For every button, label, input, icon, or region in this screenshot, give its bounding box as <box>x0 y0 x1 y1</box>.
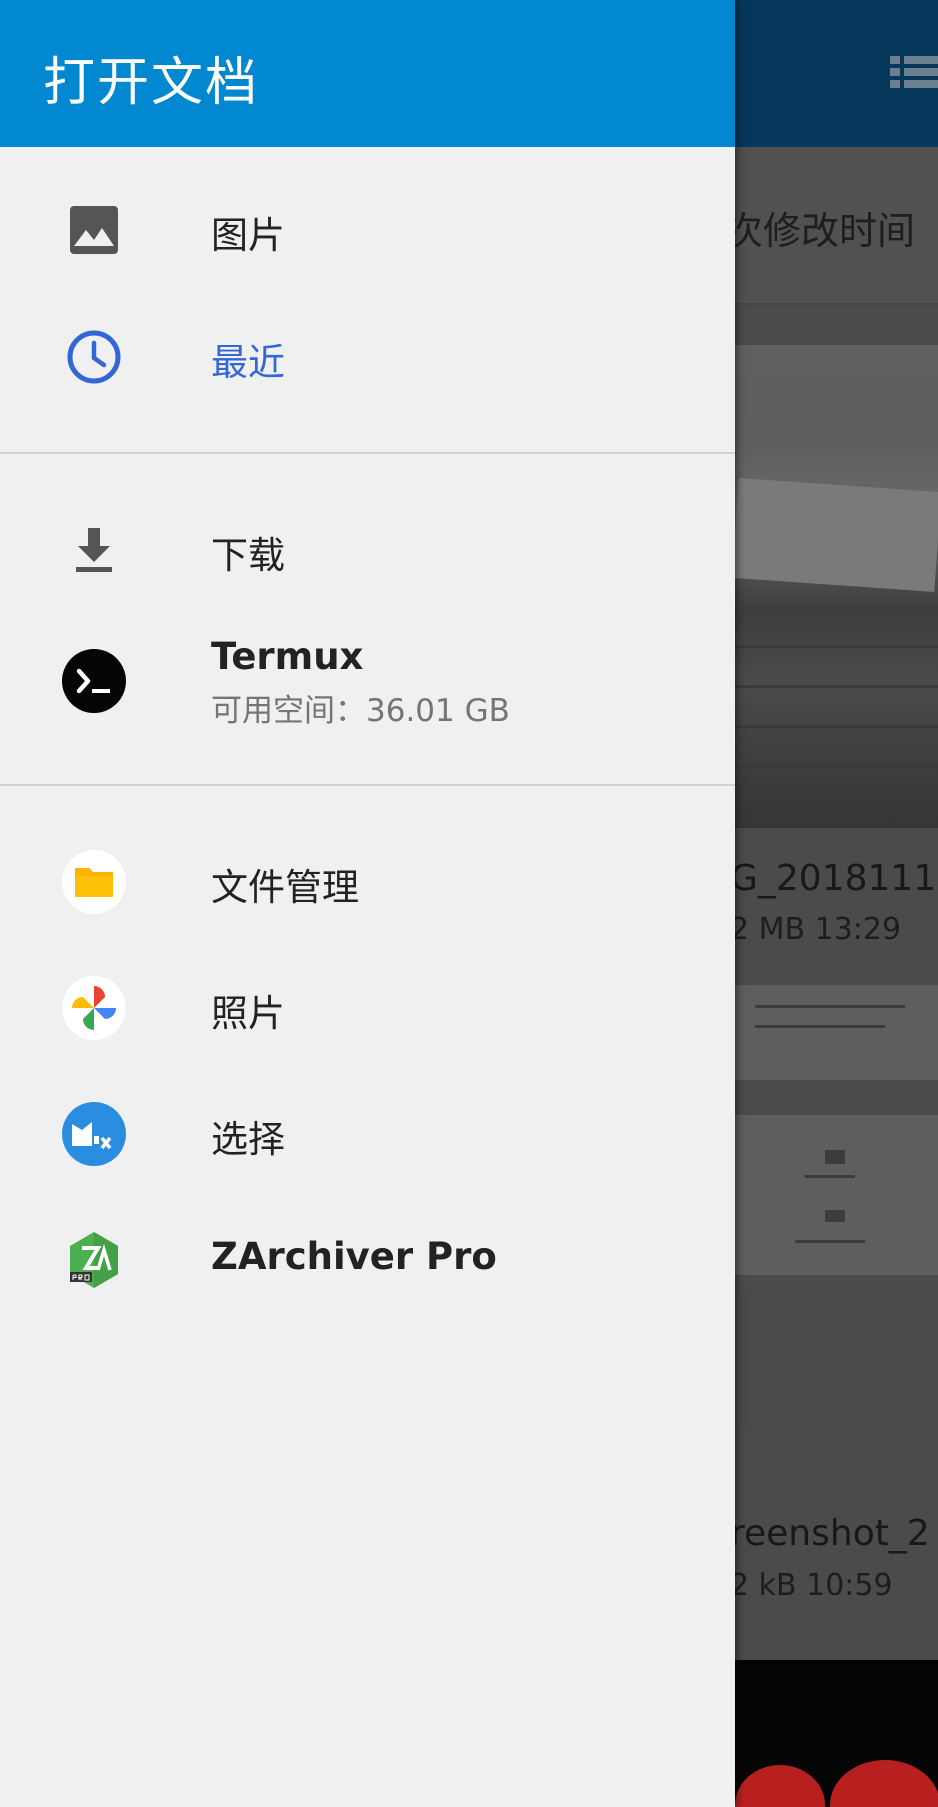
file-thumbnail <box>735 1115 938 1275</box>
drawer-item-photos[interactable]: 照片 <box>0 953 735 1063</box>
file-thumbnail <box>735 1290 938 1430</box>
drawer-item-label: 图片 <box>211 214 285 257</box>
drawer-item-label: 最近 <box>211 341 285 384</box>
file-name: G_2018111 <box>730 858 937 899</box>
drawer-item-label: 文件管理 <box>211 866 359 909</box>
divider <box>0 452 735 454</box>
drawer-item-label: 下载 <box>211 534 285 577</box>
drawer-item-label: Termux <box>211 635 364 678</box>
select-app-icon <box>62 1102 126 1166</box>
list-view-icon <box>890 52 938 92</box>
image-icon <box>62 198 126 262</box>
divider <box>0 784 735 786</box>
drawer-item-select[interactable]: 选择 <box>0 1079 735 1189</box>
zarchiver-icon <box>62 1228 126 1292</box>
navigation-drawer: 打开文档 图片 最近 下载 Termux 可用空间：36.01 GB 文件管理 … <box>0 0 735 1807</box>
download-icon <box>62 518 126 582</box>
drawer-item-downloads[interactable]: 下载 <box>0 495 735 605</box>
photos-icon <box>62 976 126 1040</box>
termux-icon <box>62 649 126 713</box>
clock-icon <box>62 325 126 389</box>
drawer-header: 打开文档 <box>0 0 735 147</box>
drawer-item-zarchiver[interactable]: ZArchiver Pro <box>0 1205 735 1315</box>
drawer-item-label: ZArchiver Pro <box>211 1235 497 1278</box>
file-thumbnail <box>735 345 938 828</box>
file-meta: 2 MB 13:29 <box>730 912 902 947</box>
file-meta: 2 kB 10:59 <box>730 1568 893 1603</box>
drawer-item-label: 照片 <box>211 992 285 1035</box>
file-name: reenshot_2 <box>730 1513 930 1554</box>
drawer-title: 打开文档 <box>43 53 260 113</box>
file-manager-icon <box>62 850 126 914</box>
file-thumbnail <box>735 985 938 1080</box>
drawer-item-recent[interactable]: 最近 <box>0 302 735 412</box>
drawer-item-label: 选择 <box>211 1118 285 1161</box>
drawer-item-termux[interactable]: Termux 可用空间：36.01 GB <box>0 627 735 737</box>
sort-label: 次修改时间 <box>725 209 916 253</box>
drawer-item-images[interactable]: 图片 <box>0 175 735 285</box>
storage-available: 可用空间：36.01 GB <box>211 693 510 729</box>
drawer-item-file-manager[interactable]: 文件管理 <box>0 827 735 937</box>
file-thumbnail <box>735 1660 938 1807</box>
